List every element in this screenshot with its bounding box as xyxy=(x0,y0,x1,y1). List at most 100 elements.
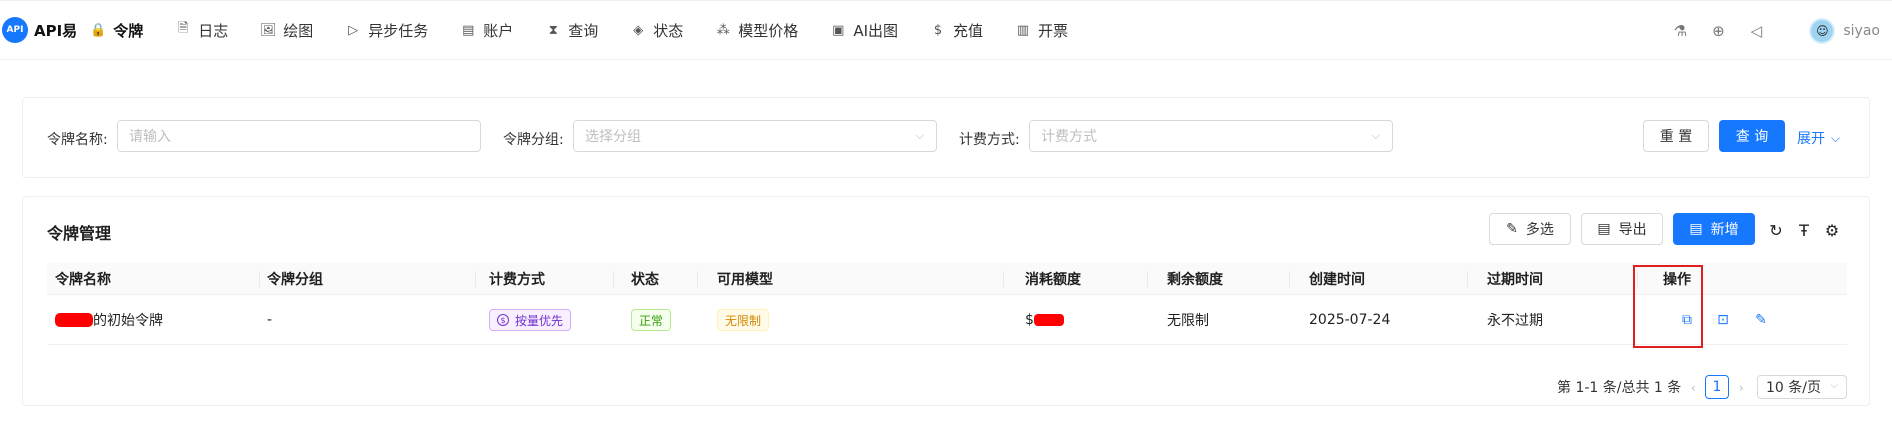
nav-item-tokens[interactable]: 🔒 令牌 xyxy=(90,20,144,41)
token-group-cell: - xyxy=(267,312,273,328)
nav-right-tools: ⚗ ⊕ ◁ ☺ siyao xyxy=(1651,1,1892,61)
nav-item-invoice[interactable]: ▥ 开票 xyxy=(1016,20,1068,41)
chevron-left-icon[interactable]: ‹ xyxy=(1691,381,1696,395)
column-divider xyxy=(475,271,476,287)
nav-item-label: 查询 xyxy=(568,21,599,40)
lock-icon: 🔒 xyxy=(90,22,107,38)
multi-select-button[interactable]: ✎ 多选 xyxy=(1489,213,1571,245)
page-size-select[interactable]: 10 条/页 ⌵ xyxy=(1757,375,1847,399)
play-circle-icon: ▷ xyxy=(348,22,359,38)
refresh-icon[interactable]: ↻ xyxy=(1767,221,1785,240)
nav-item-label: 充值 xyxy=(953,21,984,40)
billing-cell: $ 按量优先 xyxy=(489,295,572,345)
pencil-icon: ✎ xyxy=(1506,221,1518,237)
expand-label: 展开 xyxy=(1797,131,1825,147)
nav-item-label: 账户 xyxy=(483,21,514,40)
column-header-models: 可用模型 xyxy=(717,272,773,288)
nav-item-ai-image[interactable]: ▣ AI出图 xyxy=(831,20,898,41)
billing-tag-label: 按量优先 xyxy=(515,313,564,328)
export-label: 导出 xyxy=(1618,222,1647,238)
nav-item-label: 开票 xyxy=(1038,21,1069,40)
column-header-remaining-quota: 剩余额度 xyxy=(1167,272,1223,288)
nav-item-label: 模型价格 xyxy=(738,21,799,40)
token-name-input[interactable]: 请输入 xyxy=(117,120,481,152)
redacted-text xyxy=(55,313,93,327)
density-icon[interactable]: Ŧ xyxy=(1795,221,1813,240)
account-icon: ▤ xyxy=(462,22,475,38)
pagination-summary: 第 1-1 条/总共 1 条 xyxy=(1557,380,1682,396)
export-icon: ▤ xyxy=(1597,221,1611,237)
column-header-token-group: 令牌分组 xyxy=(267,272,323,288)
picture-icon: ▣ xyxy=(832,22,845,38)
chevron-down-icon: ⌵ xyxy=(1831,130,1841,145)
column-header-created-time: 创建时间 xyxy=(1309,272,1365,288)
column-header-status: 状态 xyxy=(631,272,659,288)
invoice-icon: ▥ xyxy=(1016,22,1030,38)
multi-select-label: 多选 xyxy=(1525,222,1554,238)
reset-button[interactable]: 重 置 xyxy=(1643,120,1709,152)
export-button[interactable]: ▤ 导出 xyxy=(1581,213,1663,245)
column-divider xyxy=(697,271,698,287)
status-cell: 正常 xyxy=(631,295,672,345)
chevron-right-icon[interactable]: › xyxy=(1739,381,1744,395)
brand-name: API易 xyxy=(34,21,78,40)
nav-item-query[interactable]: ⧗ 查询 xyxy=(546,20,599,41)
brand[interactable]: API API易 xyxy=(2,17,77,43)
token-group-placeholder: 选择分组 xyxy=(585,129,641,145)
expand-link[interactable]: 展开 ⌵ xyxy=(1797,128,1840,148)
query-button[interactable]: 查 询 xyxy=(1719,120,1785,152)
token-group-select[interactable]: 选择分组 ⌵ xyxy=(573,120,937,152)
dollar-circle-icon: $ xyxy=(933,22,943,38)
chevron-down-icon: ⌵ xyxy=(1371,129,1380,142)
expire-time-cell: 永不过期 xyxy=(1487,313,1543,329)
redacted-text xyxy=(1033,314,1064,326)
column-header-billing: 计费方式 xyxy=(489,272,545,288)
created-time-cell: 2025-07-24 xyxy=(1309,312,1391,328)
token-name-placeholder: 请输入 xyxy=(129,129,171,145)
card-title: 令牌管理 xyxy=(47,224,112,243)
image-icon: 🖼 xyxy=(259,22,277,38)
nav-item-label: 绘图 xyxy=(283,21,314,40)
nav-item-account[interactable]: ▤ 账户 xyxy=(461,20,513,41)
nav-item-label: 状态 xyxy=(653,21,684,40)
nav-item-label: AI出图 xyxy=(853,21,898,40)
nav-item-label: 日志 xyxy=(198,21,229,40)
add-button[interactable]: ▤ 新增 xyxy=(1673,213,1755,245)
view-icon[interactable]: ⊡ xyxy=(1715,312,1731,328)
settings-icon[interactable]: ⚙ xyxy=(1823,221,1841,240)
dollar-circle-icon: $ xyxy=(497,314,509,326)
column-divider xyxy=(1467,271,1468,287)
nav-item-status[interactable]: ◈ 状态 xyxy=(631,20,683,41)
remaining-quota-cell: 无限制 xyxy=(1167,313,1209,329)
shield-icon: ◈ xyxy=(633,22,644,38)
page-size-label: 10 条/页 xyxy=(1766,380,1821,396)
token-name-cell: 的初始令牌 xyxy=(55,295,163,345)
globe-icon[interactable]: ⊕ xyxy=(1709,22,1727,40)
used-quota-cell: $ xyxy=(1025,295,1064,345)
avatar[interactable]: ☺ xyxy=(1809,18,1836,44)
hourglass-icon: ⧗ xyxy=(548,22,558,38)
billing-tag: $ 按量优先 xyxy=(489,309,572,331)
filter-panel: 令牌名称: 请输入 令牌分组: 选择分组 ⌵ 计费方式: 计费方式 ⌵ 重 置 查 … xyxy=(22,97,1870,178)
billing-method-select[interactable]: 计费方式 ⌵ xyxy=(1029,120,1393,152)
page-number-current[interactable]: 1 xyxy=(1705,375,1729,399)
nav-item-label: 异步任务 xyxy=(368,21,429,40)
column-header-token-name: 令牌名称 xyxy=(55,272,111,288)
flask-icon[interactable]: ⚗ xyxy=(1671,22,1689,40)
nav-item-drawing[interactable]: 🖼 绘图 xyxy=(259,20,314,41)
edit-icon[interactable]: ✎ xyxy=(1753,312,1769,328)
nodes-icon: ⁂ xyxy=(716,22,730,38)
billing-method-label: 计费方式: xyxy=(959,132,1020,148)
nav-item-async-tasks[interactable]: ▷ 异步任务 xyxy=(346,20,428,41)
nav-item-label: 令牌 xyxy=(113,21,144,40)
nav-item-logs[interactable]: 🗎 日志 xyxy=(176,20,228,41)
nav-item-recharge[interactable]: $ 充值 xyxy=(931,20,983,41)
nav-item-model-pricing[interactable]: ⁂ 模型价格 xyxy=(716,20,799,41)
megaphone-icon[interactable]: ◁ xyxy=(1747,22,1765,40)
chevron-down-icon: ⌵ xyxy=(1830,380,1838,391)
table-row: 的初始令牌 - $ 按量优先 正常 无限制 $ 无限制 2025-07-24 永不… xyxy=(47,295,1847,345)
brand-logo: API xyxy=(2,17,28,43)
column-header-expire-time: 过期时间 xyxy=(1487,272,1543,288)
column-divider xyxy=(259,271,260,287)
username[interactable]: siyao xyxy=(1843,23,1880,39)
